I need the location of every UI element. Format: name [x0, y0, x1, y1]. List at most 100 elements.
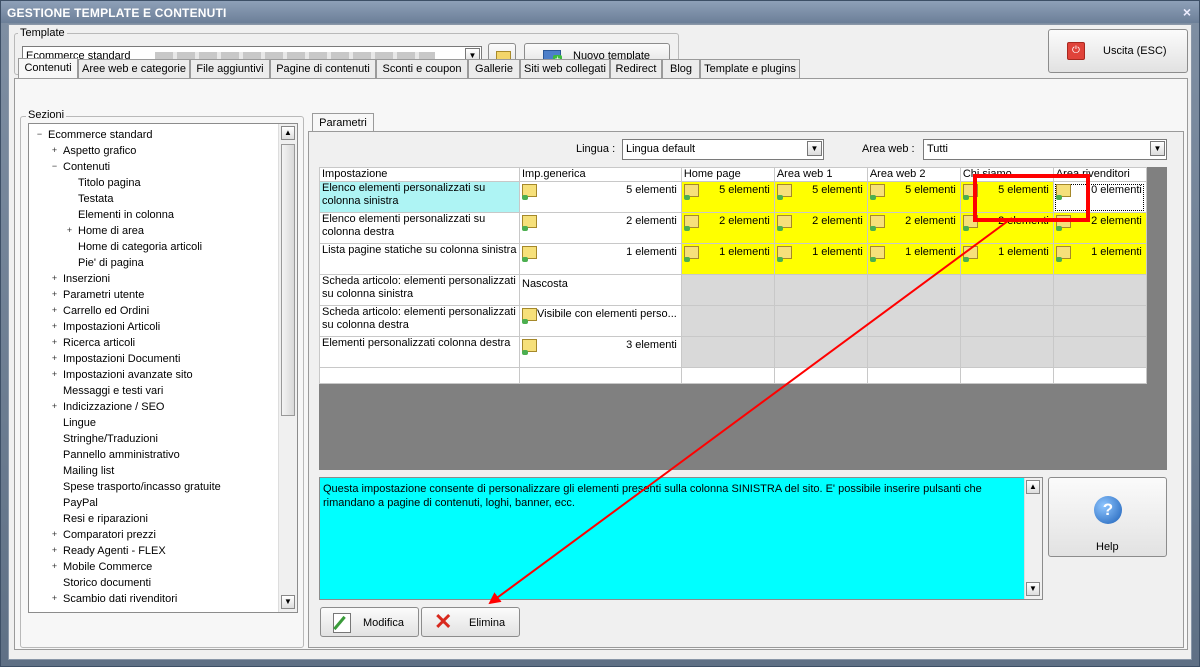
value-cell[interactable]: 1 elementi	[1052, 243, 1147, 275]
collapse-icon[interactable]: −	[35, 130, 44, 139]
tab-template-plugins[interactable]: Template e plugins	[700, 59, 800, 78]
column-header[interactable]: Area web 1	[773, 167, 868, 182]
tab-siti-web[interactable]: Siti web collegati	[520, 59, 610, 78]
expand-icon[interactable]: +	[50, 146, 59, 155]
expand-icon[interactable]: +	[50, 338, 59, 347]
expand-icon[interactable]: +	[50, 290, 59, 299]
value-cell[interactable]: 1 elementi	[519, 243, 682, 275]
table-row[interactable]: Elenco elementi personalizzati su colonn…	[319, 212, 1147, 244]
value-cell[interactable]: Nascosta	[519, 274, 682, 306]
scroll-up-icon[interactable]: ▲	[281, 126, 295, 140]
value-cell[interactable]	[1052, 274, 1147, 306]
value-cell[interactable]: 5 elementi	[959, 181, 1054, 213]
help-button[interactable]: ? Help	[1048, 477, 1167, 557]
expand-icon[interactable]: +	[50, 354, 59, 363]
tab-gallerie[interactable]: Gallerie	[468, 59, 520, 78]
exit-button[interactable]: ⏻ Uscita (ESC)	[1048, 29, 1188, 73]
tab-file-aggiuntivi[interactable]: File aggiuntivi	[190, 59, 270, 78]
setting-name[interactable]: Elenco elementi personalizzati su colonn…	[319, 212, 520, 244]
column-header[interactable]: Home page	[680, 167, 775, 182]
area-web-select[interactable]: Tutti ▼	[923, 139, 1167, 160]
scroll-down-icon[interactable]: ▼	[281, 595, 295, 609]
tab-sconti-coupon[interactable]: Sconti e coupon	[376, 59, 468, 78]
expand-icon[interactable]: +	[50, 306, 59, 315]
value-cell[interactable]: 3 elementi	[519, 336, 682, 368]
description-box[interactable]: Questa impostazione consente di personal…	[319, 477, 1043, 600]
value-cell[interactable]: 1 elementi	[680, 243, 775, 275]
value-cell[interactable]	[680, 274, 775, 306]
expand-icon[interactable]: +	[50, 370, 59, 379]
collapse-icon[interactable]: −	[50, 162, 59, 171]
column-header[interactable]: Impostazione	[319, 167, 520, 182]
value-cell[interactable]	[959, 274, 1054, 306]
value-cell[interactable]	[680, 305, 775, 337]
value-cell[interactable]: 5 elementi	[773, 181, 868, 213]
value-cell[interactable]	[959, 336, 1054, 368]
value-cell[interactable]: 2 elementi	[959, 212, 1054, 244]
close-icon[interactable]: ×	[1183, 4, 1191, 20]
setting-name[interactable]: Lista pagine statiche su colonna sinistr…	[319, 243, 520, 275]
expand-icon[interactable]: +	[50, 546, 59, 555]
scroll-down-icon[interactable]: ▼	[1026, 582, 1040, 596]
value-cell[interactable]: 2 elementi	[866, 212, 961, 244]
value-cell[interactable]: 5 elementi	[680, 181, 775, 213]
value-cell[interactable]: Visibile con elementi perso...	[519, 305, 682, 337]
tree-item-label: Home di area	[78, 225, 145, 237]
expand-icon[interactable]: +	[65, 226, 74, 235]
setting-name[interactable]: Elenco elementi personalizzati su colonn…	[319, 181, 520, 213]
scroll-up-icon[interactable]: ▲	[1026, 480, 1040, 494]
value-cell[interactable]	[773, 336, 868, 368]
description-scrollbar[interactable]: ▲ ▼	[1024, 478, 1042, 599]
tab-pagine-contenuti[interactable]: Pagine di contenuti	[270, 59, 376, 78]
setting-name[interactable]: Scheda articolo: elementi personalizzati…	[319, 305, 520, 337]
lingua-select[interactable]: Lingua default ▼	[622, 139, 824, 160]
scroll-thumb[interactable]	[281, 144, 295, 416]
column-header[interactable]: Area web 2	[866, 167, 961, 182]
value-cell[interactable]: 0 elementi	[1052, 181, 1147, 213]
value-cell[interactable]: 1 elementi	[866, 243, 961, 275]
value-cell[interactable]	[773, 274, 868, 306]
expand-icon[interactable]: +	[50, 594, 59, 603]
setting-name[interactable]: Elementi personalizzati colonna destra	[319, 336, 520, 368]
modify-button[interactable]: Modifica	[320, 607, 419, 637]
tab-blog[interactable]: Blog	[662, 59, 700, 78]
table-row[interactable]: Elenco elementi personalizzati su colonn…	[319, 181, 1147, 213]
value-cell[interactable]: 5 elementi	[519, 181, 682, 213]
value-cell[interactable]: 2 elementi	[680, 212, 775, 244]
value-cell[interactable]: 1 elementi	[773, 243, 868, 275]
delete-button[interactable]: ✕ Elimina	[421, 607, 520, 637]
value-cell[interactable]	[959, 305, 1054, 337]
expand-icon[interactable]: +	[50, 402, 59, 411]
value-cell[interactable]	[1052, 336, 1147, 368]
expand-icon[interactable]: +	[50, 530, 59, 539]
tab-aree-web[interactable]: Aree web e categorie	[78, 59, 190, 78]
table-row[interactable]: Scheda articolo: elementi personalizzati…	[319, 274, 1147, 306]
value-cell[interactable]	[866, 336, 961, 368]
column-header[interactable]: Area rivenditori	[1052, 167, 1147, 182]
setting-name[interactable]: Scheda articolo: elementi personalizzati…	[319, 274, 520, 306]
tab-contenuti[interactable]: Contenuti	[18, 58, 78, 79]
value-cell[interactable]: 2 elementi	[773, 212, 868, 244]
value-cell[interactable]: 1 elementi	[959, 243, 1054, 275]
chevron-down-icon[interactable]: ▼	[1150, 141, 1165, 156]
expand-icon[interactable]: +	[50, 274, 59, 283]
expand-icon[interactable]: +	[50, 562, 59, 571]
tab-redirect[interactable]: Redirect	[610, 59, 662, 78]
value-cell[interactable]: 2 elementi	[1052, 212, 1147, 244]
value-cell[interactable]	[866, 305, 961, 337]
table-row[interactable]: Lista pagine statiche su colonna sinistr…	[319, 243, 1147, 275]
table-row[interactable]: Elementi personalizzati colonna destra 3 …	[319, 336, 1147, 368]
value-cell[interactable]	[680, 336, 775, 368]
tree-scrollbar[interactable]: ▲ ▼	[278, 124, 297, 612]
chevron-down-icon[interactable]: ▼	[807, 141, 822, 156]
sections-tree[interactable]: − Ecommerce standard + Aspetto grafico − Cont…	[28, 123, 298, 613]
table-row[interactable]: Scheda articolo: elementi personalizzati…	[319, 305, 1147, 337]
value-cell[interactable]	[773, 305, 868, 337]
column-header[interactable]: Chi siamo	[959, 167, 1054, 182]
value-cell[interactable]: 2 elementi	[519, 212, 682, 244]
value-cell[interactable]	[1052, 305, 1147, 337]
value-cell[interactable]: 5 elementi	[866, 181, 961, 213]
value-cell[interactable]	[866, 274, 961, 306]
expand-icon[interactable]: +	[50, 322, 59, 331]
column-header[interactable]: Imp.generica	[519, 167, 682, 182]
